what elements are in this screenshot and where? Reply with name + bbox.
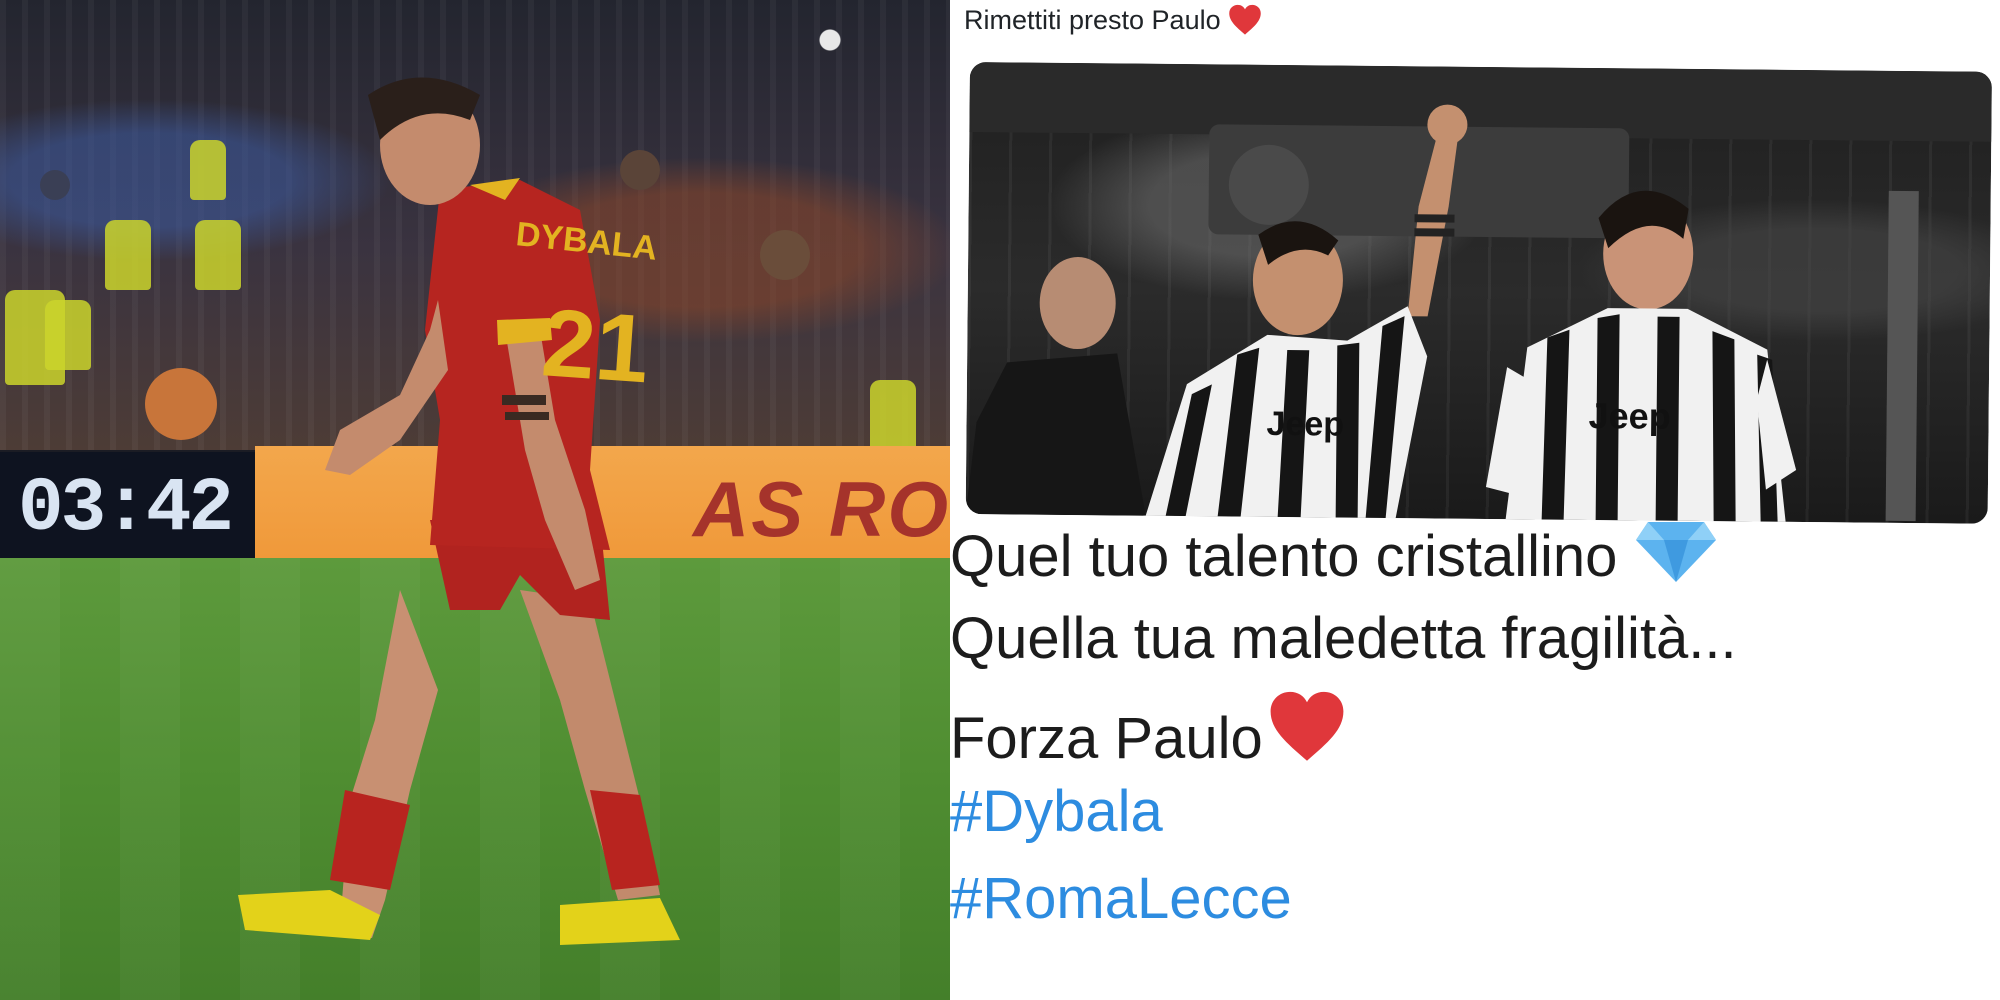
- tweet-text-line-3: Forza Paulo: [950, 688, 1351, 772]
- left-photo: 03:42 AS RO DYBALA 21: [0, 0, 950, 1000]
- jersey-sponsor-2: Jeep: [1588, 395, 1670, 437]
- player-figure: DYBALA 21: [238, 77, 680, 945]
- tweet-photo[interactable]: Jeep Jeep: [965, 62, 1992, 524]
- heart-emoji-icon: [1270, 691, 1344, 761]
- tweet-header-text: Rimettiti presto Paulo: [964, 4, 1221, 35]
- tweet-text-line-1: Quel tuo talento cristallino: [950, 518, 1718, 590]
- jersey-number: 21: [539, 289, 653, 403]
- jersey-sponsor-1: Jeep: [1266, 405, 1344, 444]
- hashtag-romalecce[interactable]: #RomaLecce: [950, 865, 1292, 932]
- tweet-text-line-2: Quella tua maledetta fragilità...: [950, 606, 1737, 671]
- tweet-card: Rimettiti presto Paulo Jeep Jeep Quel tu…: [950, 0, 2000, 1000]
- hashtag-dybala[interactable]: #Dybala: [950, 778, 1163, 845]
- heart-emoji-icon: [1228, 4, 1261, 35]
- tweet-photo-scene: Jeep Jeep: [965, 62, 1992, 522]
- tweet-header: Rimettiti presto Paulo: [964, 2, 1263, 38]
- gem-emoji-icon: [1635, 522, 1716, 582]
